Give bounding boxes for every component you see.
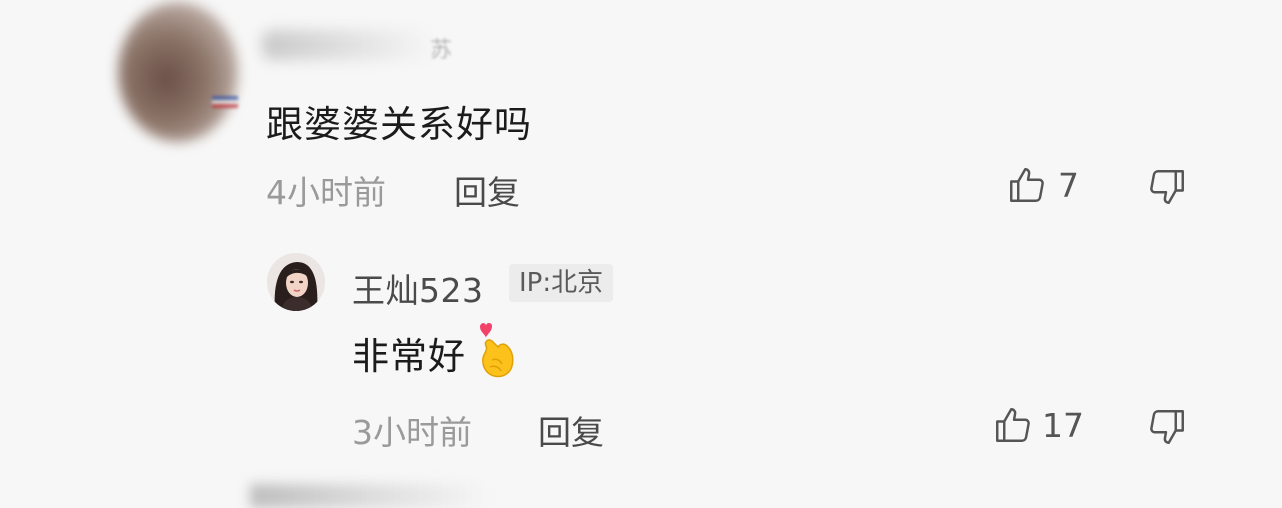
thumbs-down-icon <box>1146 166 1188 208</box>
reply-comment-time: 3小时前 <box>352 413 472 452</box>
reply-comment-avatar[interactable] <box>267 253 325 311</box>
reply-comment-author[interactable]: 王灿523 <box>352 264 484 312</box>
reply-comment-like-count: 17 <box>1042 405 1084 445</box>
reply-comment-reply-button[interactable]: 回复 <box>538 406 604 454</box>
top-comment-avatar[interactable] <box>118 2 238 142</box>
thumbs-up-icon <box>1006 164 1048 206</box>
reply-comment-dislike-button[interactable] <box>1146 406 1188 448</box>
top-comment-like-button[interactable]: 7 <box>1006 164 1079 206</box>
top-comment-like-count: 7 <box>1058 165 1079 205</box>
reply-comment-text: 非常好 <box>352 335 466 378</box>
thumbs-up-icon <box>992 404 1034 446</box>
top-comment-reply-button[interactable]: 回复 <box>454 166 520 214</box>
next-comment-author-redacted <box>250 484 490 508</box>
top-comment-author-partial: 苏 <box>430 38 453 63</box>
top-comment-author-redacted[interactable] <box>262 30 432 60</box>
top-comment-dislike-button[interactable] <box>1146 166 1188 208</box>
top-comment-time: 4小时前 <box>266 173 386 212</box>
ip-location-badge: IP:北京 <box>509 264 614 302</box>
reply-comment-like-button[interactable]: 17 <box>992 404 1084 446</box>
finger-heart-emoji-icon <box>474 320 520 380</box>
top-comment-avatar-badge <box>212 96 238 108</box>
reply-comment-body: 非常好 <box>352 323 520 380</box>
top-comment-text: 跟婆婆关系好吗 <box>266 103 532 146</box>
thumbs-down-icon <box>1146 406 1188 448</box>
